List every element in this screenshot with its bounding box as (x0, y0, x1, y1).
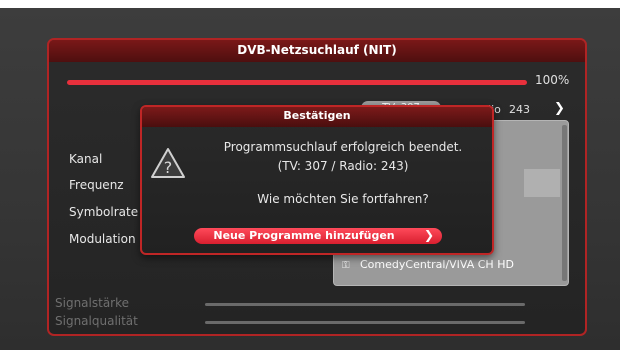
list-item-label: ComedyCentral/VIVA CH HD (360, 258, 514, 271)
dialog-title: Bestätigen (283, 109, 351, 122)
label-kanal: Kanal (69, 152, 103, 166)
dialog-header: Bestätigen (142, 107, 492, 127)
chevron-right-icon[interactable]: ❯ (554, 101, 565, 116)
progress-percent: 100% (535, 73, 570, 87)
add-new-programs-button[interactable]: Neue Programme hinzufügen ❯ (194, 228, 442, 244)
add-new-programs-label: Neue Programme hinzufügen (213, 229, 395, 242)
dialog-question: Wie möchten Sie fortfahren? (257, 192, 429, 206)
label-symbolrate: Symbolrate (69, 205, 139, 219)
warning-icon: ? (150, 147, 186, 183)
key-icon: ⚿ (342, 260, 350, 271)
confirm-dialog: Bestätigen ? Programmsuchlauf erfolgreic… (140, 105, 494, 255)
signal-quality-bar (205, 321, 525, 324)
chevron-right-icon: ❯ (423, 228, 434, 242)
label-frequenz: Frequenz (69, 178, 124, 192)
svg-text:?: ? (164, 158, 173, 177)
label-signal-quality: Signalqualität (55, 314, 138, 328)
dialog-message-line1: Programmsuchlauf erfolgreich beendet. (223, 140, 463, 154)
list-item[interactable]: ⚿ ComedyCentral/VIVA CH HD (342, 258, 514, 271)
scan-progress-fill (67, 80, 527, 85)
label-signal-strength: Signalstärke (55, 296, 130, 310)
radio-count: 243 (509, 103, 530, 116)
signal-strength-bar (205, 303, 525, 306)
label-modulation: Modulation (69, 232, 136, 246)
scan-progress-bar (67, 80, 527, 85)
panel-header: DVB-Netzsuchlauf (NIT) (49, 40, 585, 62)
dialog-message-line2: (TV: 307 / Radio: 243) (277, 159, 409, 173)
list-scrollbar[interactable] (562, 125, 567, 281)
panel-title: DVB-Netzsuchlauf (NIT) (237, 43, 397, 57)
tv-screen: DVB-Netzsuchlauf (NIT) 100% TV: 307 Radi… (0, 8, 620, 350)
list-highlight (524, 169, 560, 197)
